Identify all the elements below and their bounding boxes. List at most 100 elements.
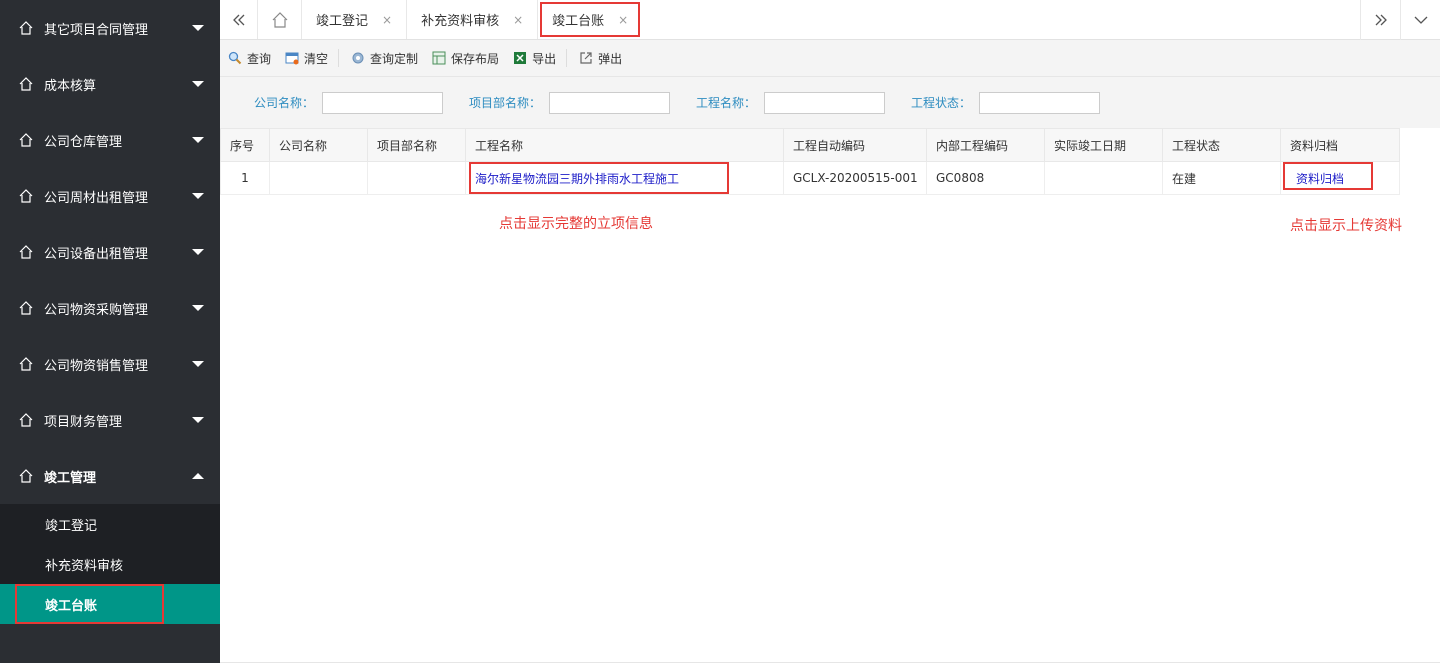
tab-bar: 竣工登记 × 补充资料审核 × 竣工台账 ×: [220, 0, 1440, 40]
home-icon: [19, 413, 33, 427]
tab-label: 竣工台账: [552, 14, 605, 29]
caret-down-icon: [192, 25, 204, 31]
submenu-completion-register[interactable]: 竣工登记: [0, 504, 220, 544]
menu-sales[interactable]: 公司物资销售管理: [0, 336, 220, 392]
col-header[interactable]: 序号: [220, 128, 270, 162]
external-link-icon: [580, 52, 592, 64]
col-header[interactable]: 实际竣工日期: [1044, 128, 1163, 162]
main-area: 竣工登记 × 补充资料审核 × 竣工台账 × 查询 清空 查询定制 保存布局 导…: [220, 0, 1440, 663]
toolbar: 查询 清空 查询定制 保存布局 导出 弹出: [220, 40, 1440, 77]
tab-label: 竣工登记: [316, 14, 369, 29]
cell-no: 1: [220, 161, 270, 195]
company-field: 公司名称：: [254, 91, 444, 114]
status-input[interactable]: [979, 91, 1101, 114]
caret-down-icon: [192, 417, 204, 423]
scroll-right-icon[interactable]: [1360, 0, 1400, 40]
highlight-box: [469, 162, 729, 194]
home-icon: [19, 77, 33, 91]
menu-cost-accounting[interactable]: 成本核算: [0, 56, 220, 112]
project-label: 工程名称：: [696, 96, 757, 110]
menu-label: 公司周材出租管理: [44, 190, 149, 206]
menu-label: 公司设备出租管理: [44, 246, 149, 262]
status-field: 工程状态：: [911, 91, 1101, 114]
home-icon: [19, 21, 33, 35]
home-icon: [19, 301, 33, 315]
popup-button[interactable]: 弹出: [579, 50, 622, 67]
menu-label: 成本核算: [44, 78, 97, 94]
menu-label: 公司物资采购管理: [44, 302, 149, 318]
tab-controls: [1360, 0, 1440, 40]
gear-icon: [352, 52, 364, 64]
cell-dept: [367, 161, 466, 195]
clear-label: 清空: [304, 51, 329, 66]
cell-finish-date: [1044, 161, 1163, 195]
menu-completion[interactable]: 竣工管理: [0, 448, 220, 504]
col-header[interactable]: 资料归档: [1280, 128, 1400, 162]
query-label: 查询: [247, 51, 272, 66]
table-row[interactable]: 1 海尔新星物流园三期外排雨水工程施工 GCLX-20200515-001 GC…: [220, 161, 1400, 195]
query-button[interactable]: 查询: [228, 50, 271, 67]
status-label: 工程状态：: [911, 96, 972, 110]
save-layout-label: 保存布局: [451, 51, 500, 66]
menu-other-contracts[interactable]: 其它项目合同管理: [0, 0, 220, 56]
clear-button[interactable]: 清空: [285, 50, 328, 67]
annotation-project-info: 点击显示完整的立项信息: [499, 216, 653, 232]
completion-submenu: 竣工登记 补充资料审核 竣工台账: [0, 504, 220, 624]
close-icon[interactable]: ×: [382, 13, 392, 27]
tab-completion-register[interactable]: 竣工登记 ×: [302, 0, 408, 39]
submenu-completion-ledger[interactable]: 竣工台账: [0, 584, 220, 624]
excel-icon: [514, 52, 527, 64]
cell-internal-code: GC0808: [926, 161, 1045, 195]
submenu-supplement-review[interactable]: 补充资料审核: [0, 544, 220, 584]
cell-auto-code: GCLX-20200515-001: [783, 161, 927, 195]
menu-label: 项目财务管理: [44, 414, 123, 430]
custom-query-button[interactable]: 查询定制: [351, 50, 418, 67]
col-header[interactable]: 内部工程编码: [926, 128, 1045, 162]
project-input[interactable]: [764, 91, 886, 114]
caret-down-icon: [192, 361, 204, 367]
chevron-down-icon[interactable]: [1400, 0, 1440, 40]
annotation-upload-info: 点击显示上传资料: [1290, 218, 1402, 234]
dept-input[interactable]: [549, 91, 671, 114]
menu-warehouse[interactable]: 公司仓库管理: [0, 112, 220, 168]
search-icon: [228, 51, 242, 65]
toolbar-divider: [338, 49, 340, 67]
col-header[interactable]: 项目部名称: [367, 128, 466, 162]
close-icon[interactable]: ×: [618, 13, 628, 27]
tab-completion-ledger[interactable]: 竣工台账 ×: [540, 2, 641, 37]
menu-purchasing[interactable]: 公司物资采购管理: [0, 280, 220, 336]
menu-project-finance[interactable]: 项目财务管理: [0, 392, 220, 448]
submenu-label: 补充资料审核: [45, 558, 124, 574]
search-panel: 公司名称： 项目部名称： 工程名称： 工程状态：: [220, 77, 1440, 128]
col-header[interactable]: 工程状态: [1162, 128, 1281, 162]
menu-material-rental[interactable]: 公司周材出租管理: [0, 168, 220, 224]
project-field: 工程名称：: [696, 91, 886, 114]
caret-down-icon: [192, 81, 204, 87]
save-layout-button[interactable]: 保存布局: [432, 50, 499, 67]
home-icon: [19, 469, 33, 483]
dept-field: 项目部名称：: [469, 91, 671, 114]
tab-supplement-review[interactable]: 补充资料审核 ×: [407, 0, 539, 39]
clear-icon: [285, 52, 299, 65]
home-tab-icon[interactable]: [258, 0, 302, 39]
export-button[interactable]: 导出: [513, 50, 556, 67]
caret-down-icon: [192, 137, 204, 143]
col-header[interactable]: 工程自动编码: [783, 128, 927, 162]
col-header[interactable]: 工程名称: [465, 128, 784, 162]
custom-query-label: 查询定制: [370, 51, 419, 66]
home-icon: [19, 133, 33, 147]
caret-down-icon: [192, 249, 204, 255]
col-header[interactable]: 公司名称: [269, 128, 368, 162]
table-header-row: 序号 公司名称 项目部名称 工程名称 工程自动编码 内部工程编码 实际竣工日期 …: [220, 128, 1400, 162]
menu-equipment-rental[interactable]: 公司设备出租管理: [0, 224, 220, 280]
scroll-left-icon[interactable]: [220, 0, 258, 39]
cell-company: [269, 161, 368, 195]
company-input[interactable]: [322, 91, 444, 114]
ledger-table: 序号 公司名称 项目部名称 工程名称 工程自动编码 内部工程编码 实际竣工日期 …: [220, 128, 1400, 195]
company-label: 公司名称：: [254, 96, 315, 110]
caret-up-icon: [192, 473, 204, 479]
tab-label: 补充资料审核: [421, 14, 500, 29]
close-icon[interactable]: ×: [513, 13, 523, 27]
cell-status: 在建: [1162, 161, 1281, 195]
menu-label: 公司仓库管理: [44, 134, 123, 150]
